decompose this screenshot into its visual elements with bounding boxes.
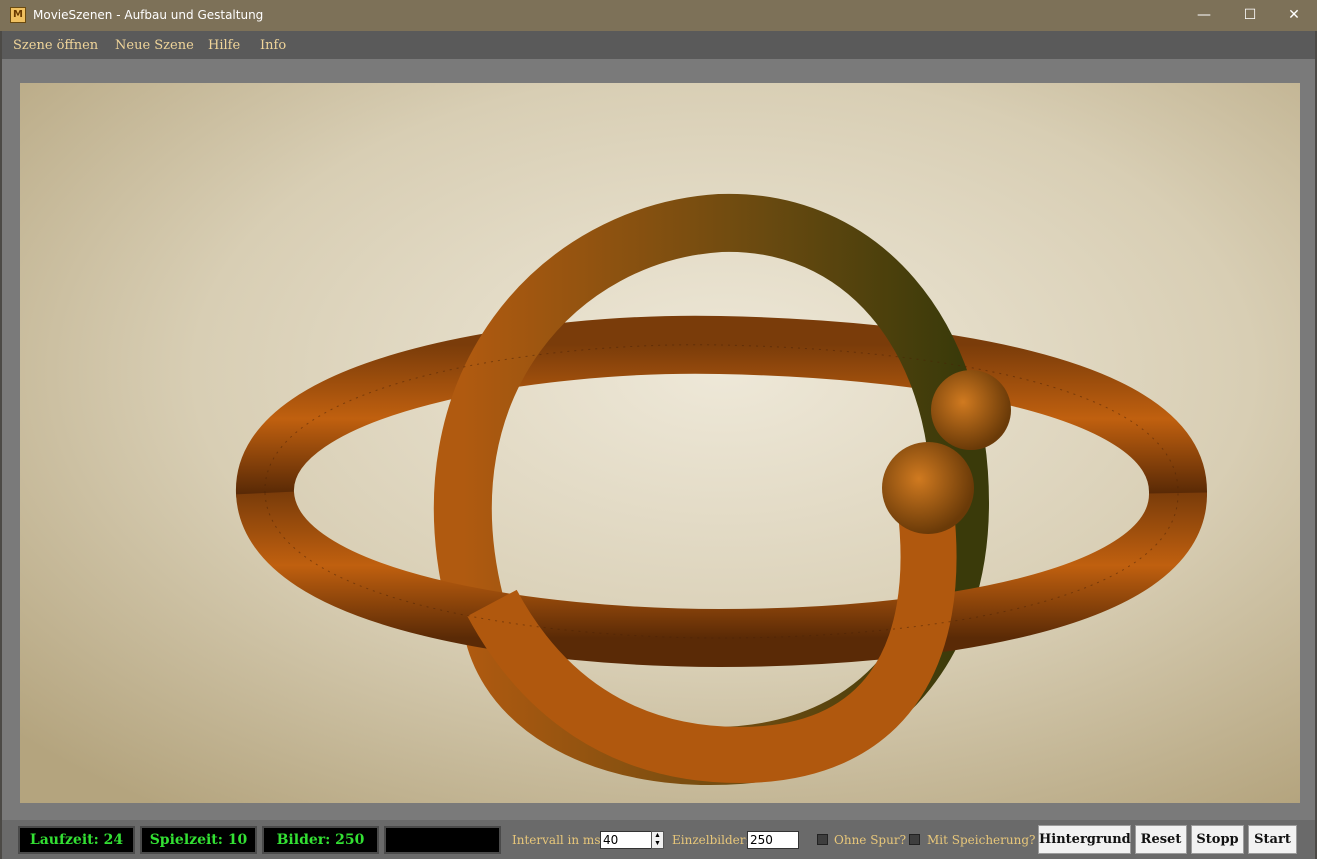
intervall-label: Intervall in ms: — [512, 833, 605, 847]
window-title: MovieSzenen - Aufbau und Gestaltung — [33, 8, 264, 22]
menu-item-neue-szene[interactable]: Neue Szene — [115, 38, 194, 53]
intervall-input[interactable]: 40 — [600, 831, 652, 849]
empty-display — [384, 826, 501, 854]
reset-button[interactable]: Reset — [1135, 825, 1187, 854]
menu-item-hilfe[interactable]: Hilfe — [208, 38, 240, 53]
menu-bar: Szene öffnen Neue Szene Hilfe Info — [2, 31, 1315, 59]
minimize-button[interactable]: — — [1181, 0, 1227, 31]
start-button[interactable]: Start — [1248, 825, 1297, 854]
maximize-button[interactable]: ☐ — [1227, 0, 1273, 31]
bilder-display: Bilder: 250 — [262, 826, 379, 854]
mit-speicherung-checkbox[interactable] — [909, 834, 920, 845]
hintergrund-button[interactable]: Hintergrund — [1038, 825, 1131, 854]
status-bar: Laufzeit: 24 Spielzeit: 10 Bilder: 250 I… — [2, 820, 1315, 859]
laufzeit-display: Laufzeit: 24 — [18, 826, 135, 854]
stopp-button[interactable]: Stopp — [1191, 825, 1244, 854]
menu-item-szene-oeffnen[interactable]: Szene öffnen — [13, 38, 98, 53]
app-logo-icon: M — [10, 7, 26, 23]
einzelbilder-input[interactable]: 250 — [747, 831, 799, 849]
window-border-left — [0, 31, 2, 859]
close-button[interactable]: ✕ — [1271, 0, 1317, 31]
scene-viewport[interactable] — [20, 83, 1300, 803]
intervall-spinner[interactable]: ▲ ▼ — [651, 831, 664, 849]
menu-item-info[interactable]: Info — [260, 38, 286, 53]
torus-knot-render — [20, 83, 1300, 803]
title-bar: M MovieSzenen - Aufbau und Gestaltung — … — [0, 0, 1317, 31]
ohne-spur-checkbox[interactable] — [817, 834, 828, 845]
einzelbilder-label: Einzelbilder: — [672, 833, 750, 847]
spielzeit-display: Spielzeit: 10 — [140, 826, 257, 854]
ohne-spur-label: Ohne Spur? — [834, 833, 907, 847]
mit-speicherung-label: Mit Speicherung? — [927, 833, 1036, 847]
